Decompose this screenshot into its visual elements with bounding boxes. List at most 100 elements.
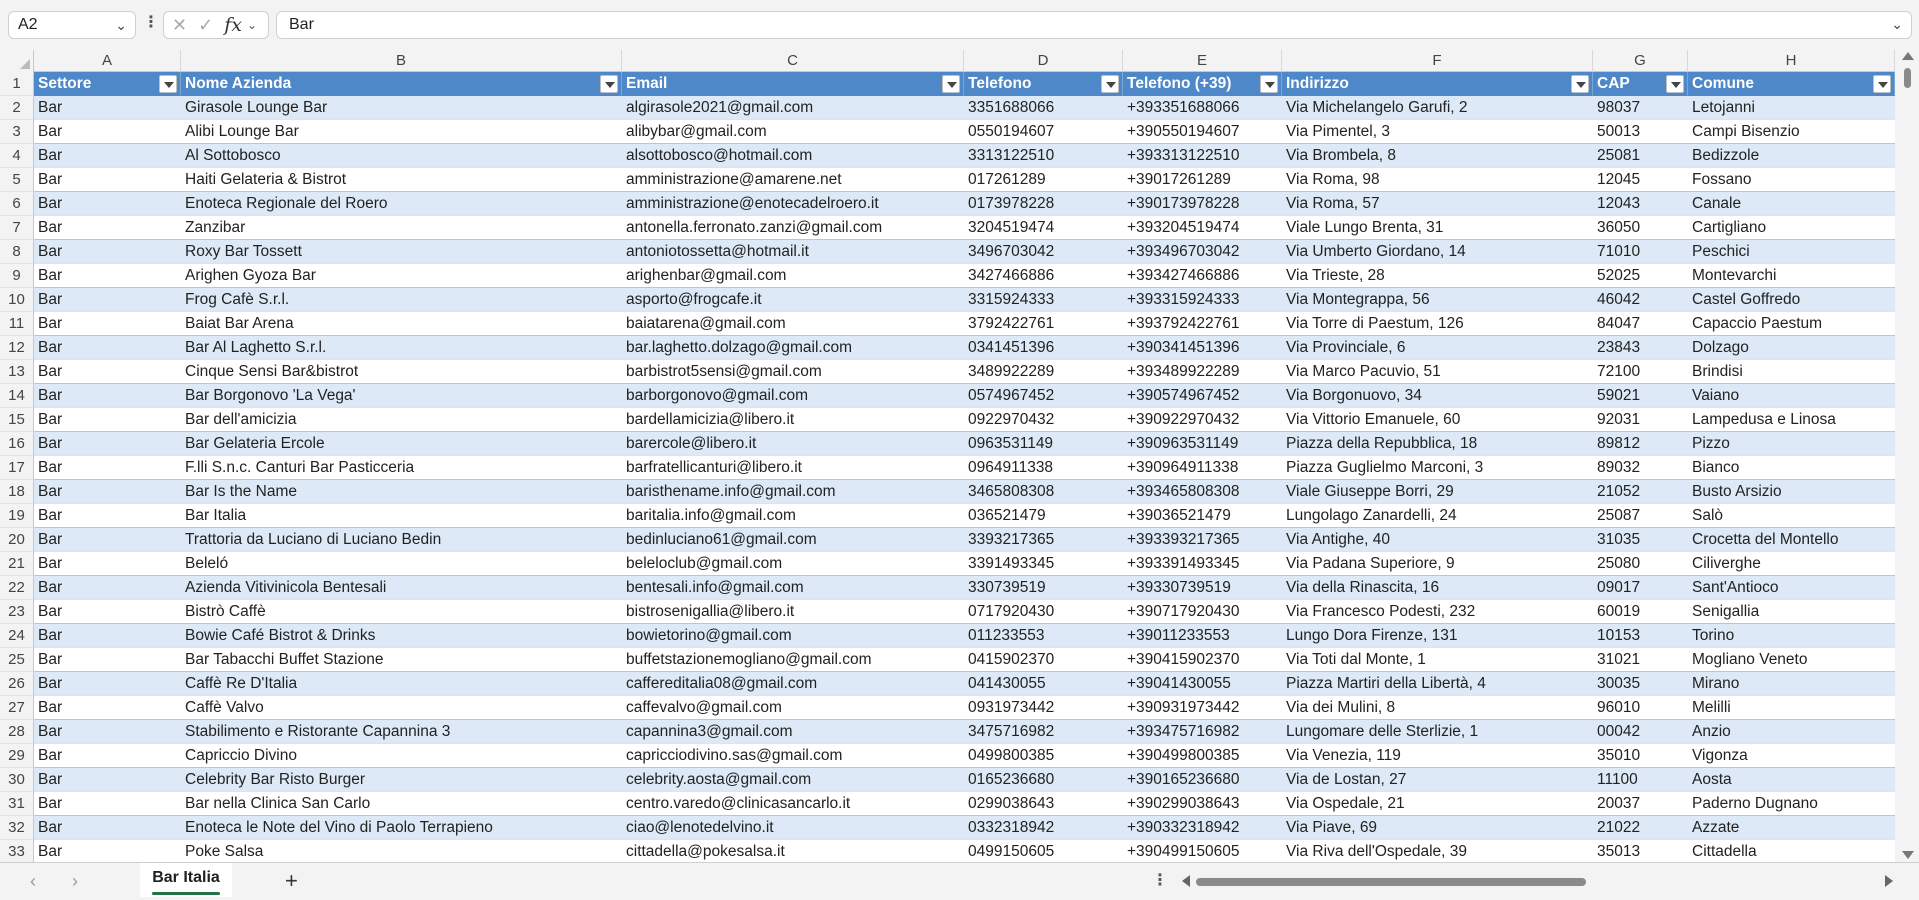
table-cell[interactable]: Baiat Bar Arena	[181, 312, 622, 336]
table-cell[interactable]: +390964911338	[1123, 456, 1282, 480]
row-number[interactable]: 13	[0, 360, 34, 384]
table-cell[interactable]: 0341451396	[964, 336, 1123, 360]
table-cell[interactable]: Via della Rinascita, 16	[1282, 576, 1593, 600]
table-cell[interactable]: bowietorino@gmail.com	[622, 624, 964, 648]
table-cell[interactable]: +390499150605	[1123, 840, 1282, 862]
table-cell[interactable]: +390165236680	[1123, 768, 1282, 792]
table-cell[interactable]: Via Marco Pacuvio, 51	[1282, 360, 1593, 384]
table-cell[interactable]: 36050	[1593, 216, 1688, 240]
table-cell[interactable]: baiatarena@gmail.com	[622, 312, 964, 336]
table-header-cell[interactable]: Indirizzo	[1282, 72, 1593, 96]
table-cell[interactable]: Montevarchi	[1688, 264, 1895, 288]
table-cell[interactable]: amministrazione@amarene.net	[622, 168, 964, 192]
table-cell[interactable]: +393315924333	[1123, 288, 1282, 312]
table-cell[interactable]: 35013	[1593, 840, 1688, 862]
table-cell[interactable]: 0922970432	[964, 408, 1123, 432]
table-header-cell[interactable]: Telefono (+39)	[1123, 72, 1282, 96]
table-cell[interactable]: Bar	[34, 696, 181, 720]
table-cell[interactable]: Enoteca le Note del Vino di Paolo Terrap…	[181, 816, 622, 840]
column-header-d[interactable]: D	[964, 50, 1123, 72]
table-cell[interactable]: Mogliano Veneto	[1688, 648, 1895, 672]
table-cell[interactable]: 0173978228	[964, 192, 1123, 216]
table-cell[interactable]: 12045	[1593, 168, 1688, 192]
table-cell[interactable]: Lungomare delle Sterlizie, 1	[1282, 720, 1593, 744]
column-header-g[interactable]: G	[1593, 50, 1688, 72]
table-cell[interactable]: +390341451396	[1123, 336, 1282, 360]
row-number[interactable]: 29	[0, 744, 34, 768]
chevron-down-icon[interactable]: ⌄	[247, 18, 257, 32]
table-cell[interactable]: Bar	[34, 168, 181, 192]
horizontal-scroll-thumb[interactable]	[1196, 878, 1586, 886]
table-cell[interactable]: Bar	[34, 648, 181, 672]
table-cell[interactable]: Bar	[34, 192, 181, 216]
table-cell[interactable]: Via Trieste, 28	[1282, 264, 1593, 288]
table-cell[interactable]: +390299038643	[1123, 792, 1282, 816]
table-cell[interactable]: alibybar@gmail.com	[622, 120, 964, 144]
table-cell[interactable]: Cittadella	[1688, 840, 1895, 862]
table-cell[interactable]: Bar	[34, 120, 181, 144]
table-cell[interactable]: baristhename.info@gmail.com	[622, 480, 964, 504]
table-cell[interactable]: +39011233553	[1123, 624, 1282, 648]
row-number[interactable]: 7	[0, 216, 34, 240]
table-cell[interactable]: Piazza Guglielmo Marconi, 3	[1282, 456, 1593, 480]
table-cell[interactable]: Via Venezia, 119	[1282, 744, 1593, 768]
row-number[interactable]: 17	[0, 456, 34, 480]
table-cell[interactable]: 23843	[1593, 336, 1688, 360]
table-cell[interactable]: Lungo Dora Firenze, 131	[1282, 624, 1593, 648]
more-options-icon[interactable]: ⋮	[143, 12, 159, 32]
table-cell[interactable]: barbistrot5sensi@gmail.com	[622, 360, 964, 384]
table-cell[interactable]: bistrosenigallia@libero.it	[622, 600, 964, 624]
table-cell[interactable]: Via Umberto Giordano, 14	[1282, 240, 1593, 264]
table-cell[interactable]: Lampedusa e Linosa	[1688, 408, 1895, 432]
table-cell[interactable]: +390574967452	[1123, 384, 1282, 408]
table-cell[interactable]: Via de Lostan, 27	[1282, 768, 1593, 792]
row-number[interactable]: 5	[0, 168, 34, 192]
table-cell[interactable]: +393465808308	[1123, 480, 1282, 504]
table-cell[interactable]: capricciodivino.sas@gmail.com	[622, 744, 964, 768]
table-cell[interactable]: 96010	[1593, 696, 1688, 720]
table-cell[interactable]: Bar	[34, 288, 181, 312]
table-cell[interactable]: buffetstazionemogliano@gmail.com	[622, 648, 964, 672]
table-cell[interactable]: Viale Lungo Brenta, 31	[1282, 216, 1593, 240]
table-cell[interactable]: 12043	[1593, 192, 1688, 216]
table-cell[interactable]: Al Sottobosco	[181, 144, 622, 168]
table-cell[interactable]: Bistrò Caffè	[181, 600, 622, 624]
row-number[interactable]: 21	[0, 552, 34, 576]
filter-dropdown-icon[interactable]	[1873, 75, 1891, 93]
column-header-e[interactable]: E	[1123, 50, 1282, 72]
table-cell[interactable]: 72100	[1593, 360, 1688, 384]
table-cell[interactable]: Beleló	[181, 552, 622, 576]
table-cell[interactable]: Trattoria da Luciano di Luciano Bedin	[181, 528, 622, 552]
row-number[interactable]: 4	[0, 144, 34, 168]
table-cell[interactable]: 0574967452	[964, 384, 1123, 408]
table-cell[interactable]: 92031	[1593, 408, 1688, 432]
row-number[interactable]: 33	[0, 840, 34, 862]
row-number[interactable]: 2	[0, 96, 34, 120]
row-number[interactable]: 8	[0, 240, 34, 264]
table-cell[interactable]: 3792422761	[964, 312, 1123, 336]
table-cell[interactable]: 017261289	[964, 168, 1123, 192]
expand-formula-icon[interactable]: ⌄	[1891, 16, 1903, 33]
table-cell[interactable]: Frog Cafè S.r.l.	[181, 288, 622, 312]
table-cell[interactable]: Bar	[34, 384, 181, 408]
table-cell[interactable]: alsottobosco@hotmail.com	[622, 144, 964, 168]
table-cell[interactable]: Piazza Martiri della Libertà, 4	[1282, 672, 1593, 696]
table-cell[interactable]: +390415902370	[1123, 648, 1282, 672]
table-cell[interactable]: +393351688066	[1123, 96, 1282, 120]
table-cell[interactable]: 3393217365	[964, 528, 1123, 552]
confirm-icon[interactable]: ✓	[198, 15, 213, 36]
table-cell[interactable]: Senigallia	[1688, 600, 1895, 624]
table-cell[interactable]: 0415902370	[964, 648, 1123, 672]
table-cell[interactable]: Via Piave, 69	[1282, 816, 1593, 840]
table-cell[interactable]: Bar	[34, 504, 181, 528]
table-cell[interactable]: +390963531149	[1123, 432, 1282, 456]
table-cell[interactable]: Via Roma, 57	[1282, 192, 1593, 216]
table-cell[interactable]: Bar	[34, 480, 181, 504]
table-cell[interactable]: Bar	[34, 216, 181, 240]
table-cell[interactable]: 25087	[1593, 504, 1688, 528]
table-cell[interactable]: Zanzibar	[181, 216, 622, 240]
table-cell[interactable]: +39041430055	[1123, 672, 1282, 696]
table-header-cell[interactable]: Nome Azienda	[181, 72, 622, 96]
table-cell[interactable]: barborgonovo@gmail.com	[622, 384, 964, 408]
table-cell[interactable]: Mirano	[1688, 672, 1895, 696]
